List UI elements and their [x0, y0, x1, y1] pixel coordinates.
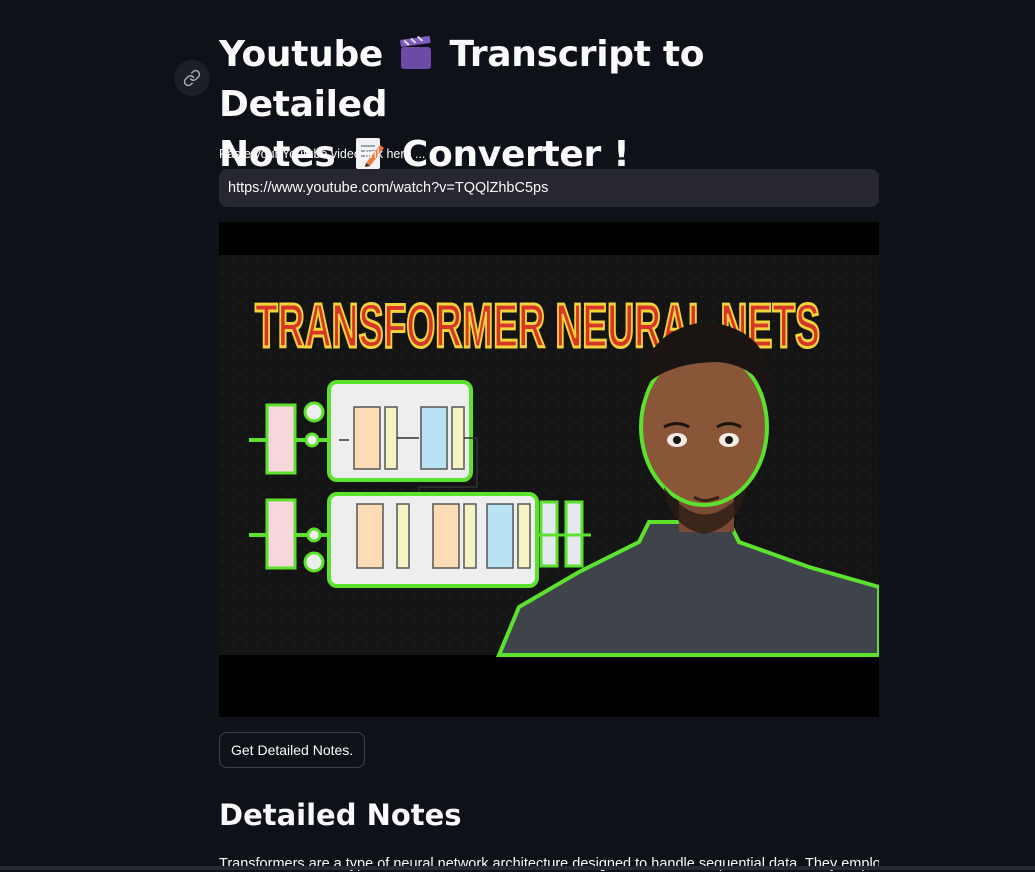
notes-heading: Detailed Notes: [219, 798, 462, 832]
thumbnail-image: TRANSFORMER NEURAL NETS: [219, 222, 879, 717]
clapper-board-icon: [400, 35, 432, 69]
link-icon: [183, 69, 201, 87]
url-input-label: Paste your Youtube video link here ...: [219, 147, 426, 161]
youtube-url-input[interactable]: [219, 169, 879, 207]
title-text-part1: Youtube: [219, 34, 384, 75]
video-thumbnail: TRANSFORMER NEURAL NETS: [219, 222, 879, 717]
get-detailed-notes-button[interactable]: Get Detailed Notes.: [219, 732, 366, 768]
anchor-link-button[interactable]: [174, 60, 210, 96]
bottom-divider: [0, 866, 1035, 870]
